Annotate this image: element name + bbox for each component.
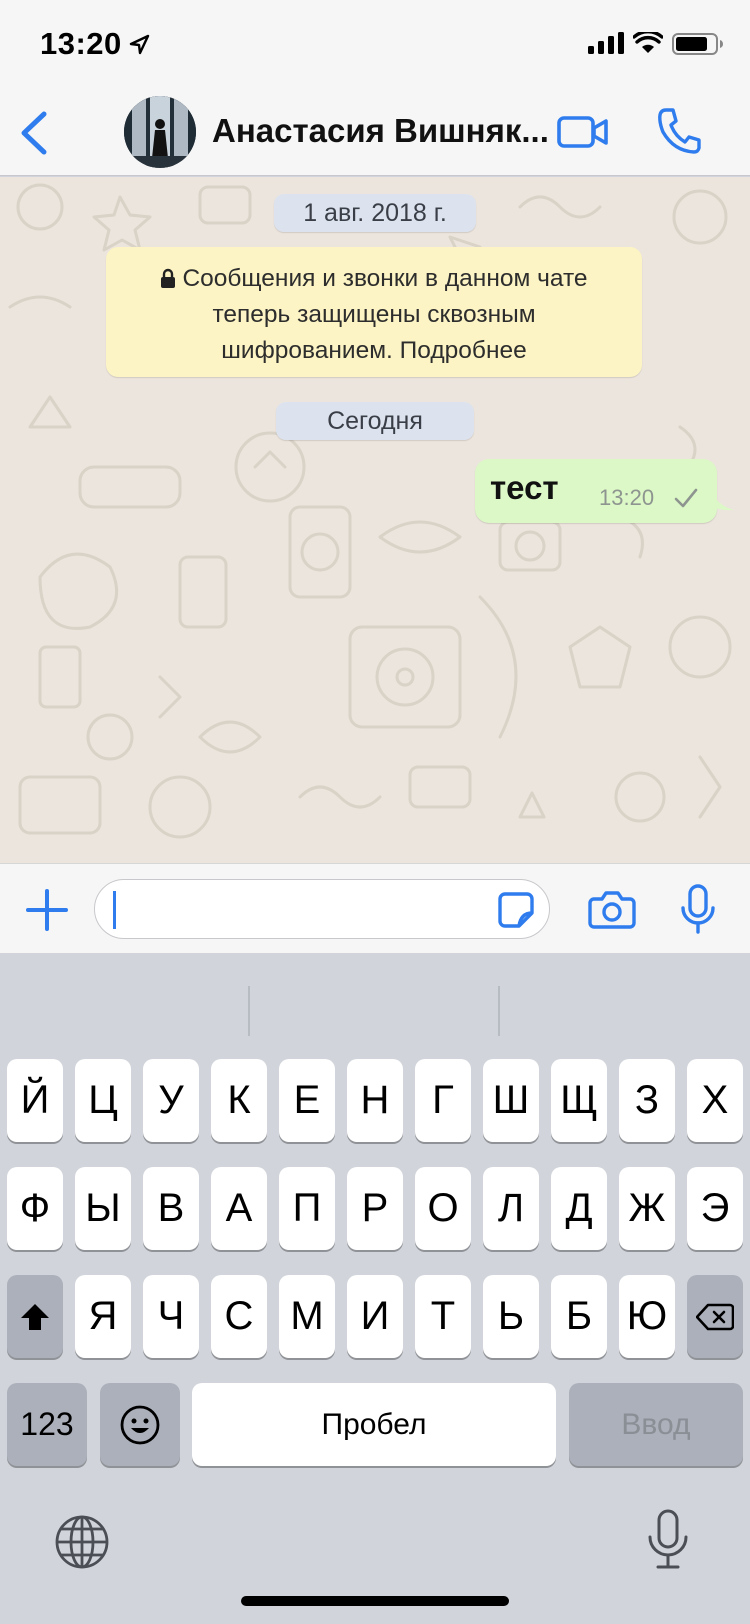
dictation-mic-icon[interactable] (646, 1509, 690, 1571)
home-indicator[interactable] (241, 1596, 509, 1606)
key-letter[interactable]: Е (279, 1059, 335, 1142)
keyboard: Й Ц У К Е Н Г Ш Щ З Х Ф Ы В А П Р О Л Д … (0, 953, 750, 1624)
key-letter[interactable]: А (211, 1167, 267, 1250)
sent-check-icon (674, 488, 698, 508)
key-letter[interactable]: Т (415, 1275, 471, 1358)
avatar-photo (124, 96, 196, 168)
key-letter[interactable]: З (619, 1059, 675, 1142)
battery-icon (672, 33, 723, 55)
emoji-icon (120, 1405, 160, 1444)
outgoing-message-bubble[interactable]: тест 13:20 (475, 459, 717, 523)
key-letter[interactable]: Ч (143, 1275, 199, 1358)
predictive-bar-divider (248, 986, 250, 1036)
key-letter[interactable]: У (143, 1059, 199, 1142)
numbers-key[interactable]: 123 (7, 1383, 87, 1466)
encryption-notice-line1: Сообщения и звонки в данном чате (182, 265, 588, 292)
key-letter[interactable]: Щ (551, 1059, 607, 1142)
avatar[interactable] (124, 96, 196, 168)
key-letter[interactable]: Н (347, 1059, 403, 1142)
backspace-icon (696, 1303, 734, 1330)
wifi-icon (633, 32, 663, 53)
sticker-icon[interactable] (497, 891, 535, 929)
microphone-icon[interactable] (679, 884, 717, 934)
key-letter[interactable]: М (279, 1275, 335, 1358)
key-letter[interactable]: О (415, 1167, 471, 1250)
key-letter[interactable]: Ж (619, 1167, 675, 1250)
message-text: тест (490, 469, 559, 506)
key-letter[interactable]: Г (415, 1059, 471, 1142)
key-letter[interactable]: Ф (7, 1167, 63, 1250)
key-letter[interactable]: Б (551, 1275, 607, 1358)
key-letter[interactable]: Ш (483, 1059, 539, 1142)
date-separator: 1 авг. 2018 г. (274, 194, 476, 232)
date-separator: Сегодня (276, 402, 474, 440)
encryption-notice-line2: теперь защищены сквозным (212, 301, 536, 328)
key-letter[interactable]: Х (687, 1059, 743, 1142)
key-letter[interactable]: В (143, 1167, 199, 1250)
status-time: 13:20 (40, 26, 122, 61)
predictive-bar-divider (498, 986, 500, 1036)
key-letter[interactable]: Ь (483, 1275, 539, 1358)
key-letter[interactable]: Ц (75, 1059, 131, 1142)
emoji-key[interactable] (100, 1383, 180, 1466)
lock-icon (161, 268, 176, 288)
shift-key[interactable] (7, 1275, 63, 1358)
key-letter[interactable]: Д (551, 1167, 607, 1250)
enter-key[interactable]: Ввод (569, 1383, 743, 1466)
video-call-icon[interactable] (556, 110, 610, 154)
globe-icon[interactable] (54, 1514, 110, 1570)
camera-icon[interactable] (588, 888, 636, 930)
key-letter[interactable]: Э (687, 1167, 743, 1250)
key-letter[interactable]: Ы (75, 1167, 131, 1250)
bubble-tail (708, 483, 734, 511)
chat-header: Анастасия Вишняк... (0, 88, 750, 176)
shift-icon (21, 1303, 49, 1330)
contact-name[interactable]: Анастасия Вишняк... (212, 112, 549, 150)
status-bar: 13:20 (0, 0, 750, 88)
location-arrow-icon (129, 34, 150, 55)
key-letter[interactable]: П (279, 1167, 335, 1250)
key-letter[interactable]: К (211, 1059, 267, 1142)
key-letter[interactable]: Й (7, 1059, 63, 1142)
key-letter[interactable]: Р (347, 1167, 403, 1250)
back-chevron-icon[interactable] (14, 108, 54, 158)
space-key[interactable]: Пробел (192, 1383, 556, 1466)
message-composer (0, 863, 750, 953)
encryption-notice[interactable]: Сообщения и звонки в данном чате теперь … (106, 247, 642, 377)
key-letter[interactable]: Ю (619, 1275, 675, 1358)
key-letter[interactable]: Л (483, 1167, 539, 1250)
key-letter[interactable]: С (211, 1275, 267, 1358)
key-letter[interactable]: Я (75, 1275, 131, 1358)
plus-icon[interactable] (26, 889, 68, 931)
text-caret (113, 891, 116, 929)
backspace-key[interactable] (687, 1275, 743, 1358)
phone-call-icon[interactable] (656, 106, 702, 156)
cellular-signal-icon (588, 32, 624, 54)
message-time: 13:20 (599, 485, 655, 510)
key-letter[interactable]: И (347, 1275, 403, 1358)
chat-messages[interactable]: 1 авг. 2018 г. Сообщения и звонки в данн… (0, 177, 750, 863)
message-input[interactable] (94, 879, 550, 939)
encryption-notice-line3: шифрованием. Подробнее (221, 337, 527, 364)
